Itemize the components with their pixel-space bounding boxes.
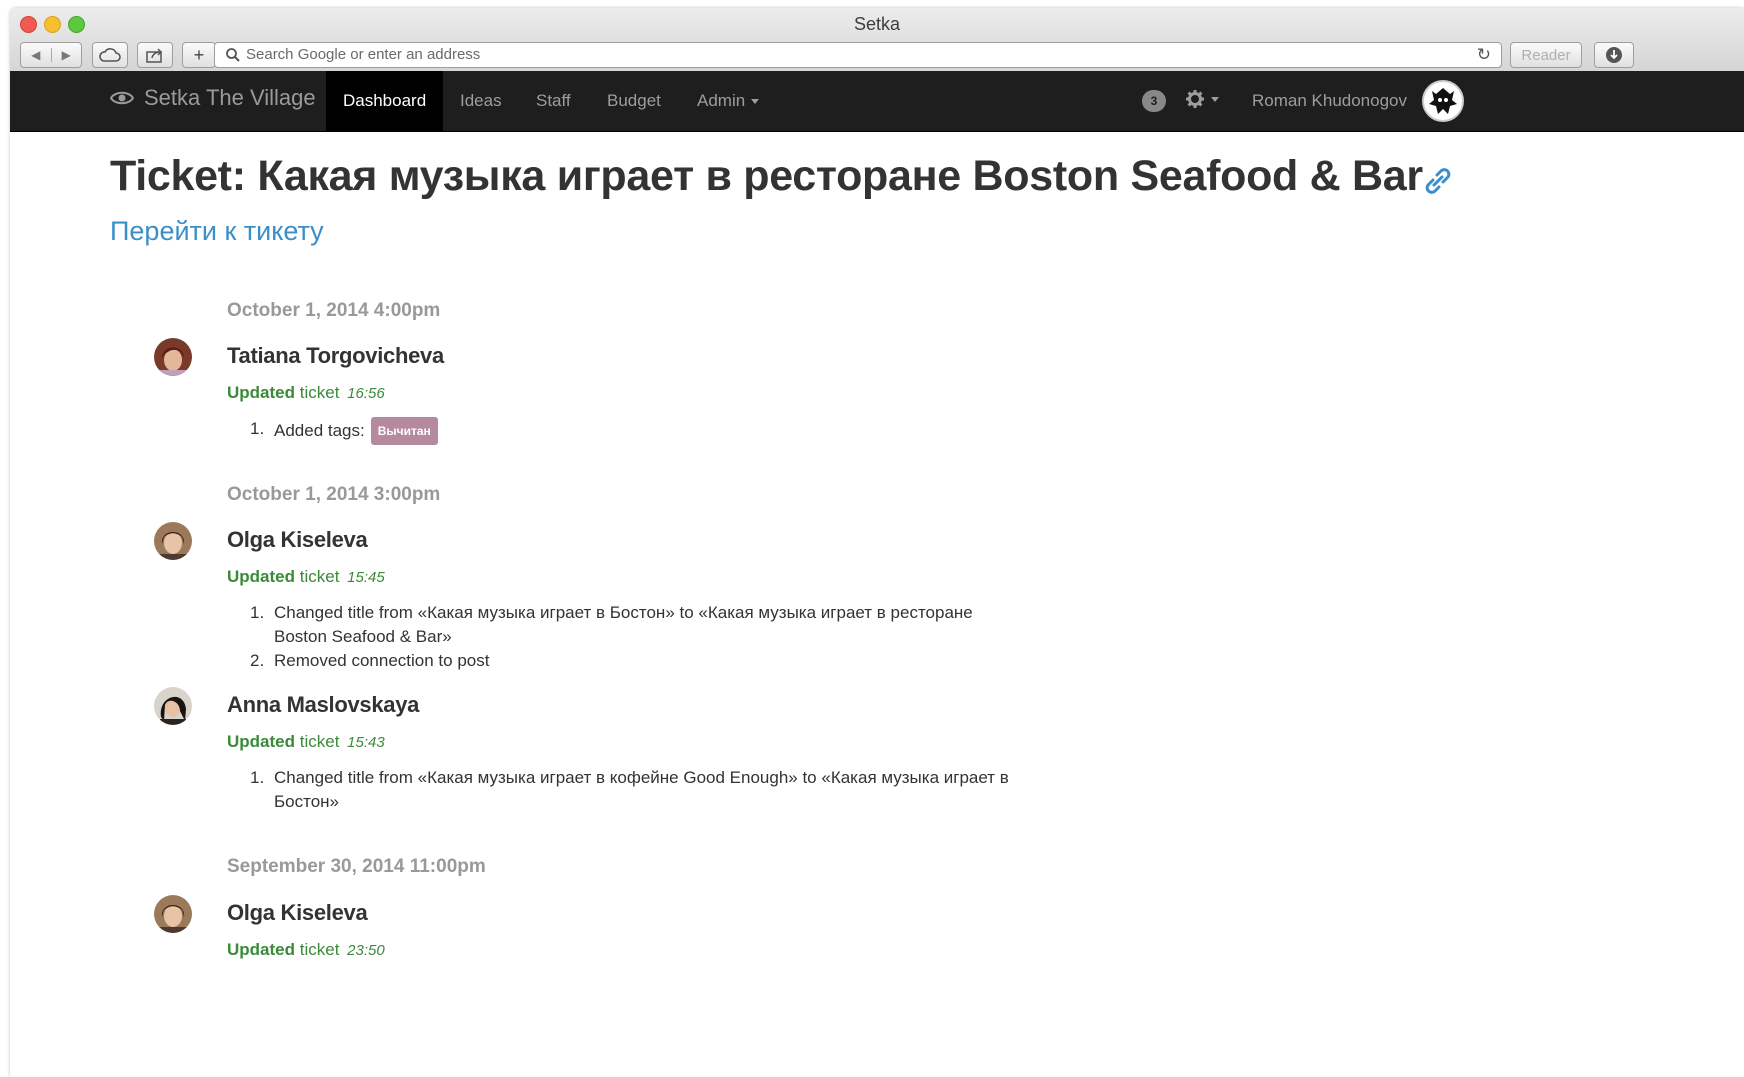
change-item: 2. Removed connection to post xyxy=(250,649,1010,673)
icloud-tabs-button[interactable] xyxy=(92,42,128,68)
back-icon[interactable]: ◀ xyxy=(21,48,51,62)
page-title: Ticket: Какая музыка играет в ресторане … xyxy=(110,152,1423,200)
change-item: 1. Added tags: Вычитан xyxy=(250,417,1010,445)
change-number: 1. xyxy=(250,768,265,787)
action-time: 23:50 xyxy=(347,942,385,959)
action-verb: Updated xyxy=(227,567,295,586)
main-content: Ticket: Какая музыка играет в ресторане … xyxy=(10,132,1744,1077)
back-forward-buttons[interactable]: ◀ ▶ xyxy=(20,42,82,68)
change-item: 1. Changed title from «Какая музыка игра… xyxy=(250,766,1010,814)
change-text: Changed title from «Какая музыка играет … xyxy=(274,603,973,646)
action-time: 15:45 xyxy=(347,569,385,586)
window-title: Setka xyxy=(853,14,901,34)
entry-author[interactable]: Anna Maslovskaya xyxy=(227,692,419,718)
action-object[interactable]: ticket xyxy=(300,567,340,586)
nav-ideas[interactable]: Ideas xyxy=(443,71,519,131)
settings-dropdown[interactable] xyxy=(1185,89,1219,109)
download-icon xyxy=(1606,47,1622,63)
downloads-button[interactable] xyxy=(1594,42,1634,68)
browser-titlebar: Setka ◀ ▶ + Search Google or enter an ad… xyxy=(10,8,1744,79)
nav-budget[interactable]: Budget xyxy=(590,71,678,131)
entry-author[interactable]: Tatiana Torgovicheva xyxy=(227,343,444,369)
browser-window: Setka ◀ ▶ + Search Google or enter an ad… xyxy=(10,8,1744,1077)
avatar-image xyxy=(154,895,192,933)
action-verb: Updated xyxy=(227,940,295,959)
action-object[interactable]: ticket xyxy=(300,383,340,402)
entry-author[interactable]: Olga Kiseleva xyxy=(227,527,368,553)
eye-icon xyxy=(110,91,134,105)
search-icon xyxy=(226,48,240,62)
brand-link[interactable]: Setka The Village xyxy=(110,85,316,111)
action-verb: Updated xyxy=(227,383,295,402)
brand-name: Setka The Village xyxy=(144,85,316,110)
forward-icon[interactable]: ▶ xyxy=(50,48,82,62)
avatar[interactable] xyxy=(154,338,192,376)
reader-button[interactable]: Reader xyxy=(1510,42,1582,68)
change-number: 1. xyxy=(250,603,265,622)
nav-admin-dropdown[interactable]: Admin xyxy=(680,71,776,131)
gear-icon xyxy=(1186,90,1204,108)
go-to-ticket-link[interactable]: Перейти к тикету xyxy=(110,216,324,247)
entry-author[interactable]: Olga Kiseleva xyxy=(227,900,368,926)
avatar-image xyxy=(154,338,192,376)
avatar[interactable] xyxy=(154,895,192,933)
tag-badge[interactable]: Вычитан xyxy=(370,417,438,445)
share-icon xyxy=(146,48,163,63)
change-text: Added tags: xyxy=(274,421,365,440)
entry-action: Updated ticket 15:45 xyxy=(227,567,385,587)
chevron-down-icon xyxy=(1211,96,1219,102)
nav-dashboard[interactable]: Dashboard xyxy=(326,71,444,131)
change-number: 2. xyxy=(250,651,265,670)
nav-staff[interactable]: Staff xyxy=(519,71,588,131)
change-text: Removed connection to post xyxy=(274,651,490,670)
timeline-date: October 1, 2014 3:00pm xyxy=(227,484,441,505)
change-text: Changed title from «Какая музыка играет … xyxy=(274,768,1009,811)
change-number: 1. xyxy=(250,419,265,438)
avatar[interactable] xyxy=(154,687,192,725)
avatar-image xyxy=(154,687,192,725)
timeline-date: October 1, 2014 4:00pm xyxy=(227,300,441,321)
new-tab-button[interactable]: + xyxy=(182,42,216,68)
avatar[interactable] xyxy=(154,522,192,560)
user-name[interactable]: Roman Khudonogov xyxy=(1252,71,1407,131)
address-bar[interactable]: Search Google or enter an address ↻ xyxy=(214,42,1502,68)
action-verb: Updated xyxy=(227,732,295,751)
entry-action: Updated ticket 15:43 xyxy=(227,732,385,752)
timeline-date: September 30, 2014 11:00pm xyxy=(227,856,486,877)
entry-action: Updated ticket 16:56 xyxy=(227,383,385,403)
action-object[interactable]: ticket xyxy=(300,940,340,959)
nav-admin-label: Admin xyxy=(697,91,746,110)
reload-icon[interactable]: ↻ xyxy=(1477,45,1491,65)
change-item: 1. Changed title from «Какая музыка игра… xyxy=(250,601,1010,649)
avatar-image xyxy=(1426,84,1460,118)
address-placeholder: Search Google or enter an address xyxy=(246,46,481,63)
action-time: 16:56 xyxy=(347,385,385,402)
notification-badge[interactable]: 3 xyxy=(1142,90,1166,112)
entry-action: Updated ticket 23:50 xyxy=(227,940,385,960)
link-icon[interactable] xyxy=(1424,166,1452,196)
chevron-down-icon xyxy=(751,99,760,105)
cloud-icon xyxy=(99,48,121,62)
app-navbar: Setka The Village Dashboard Ideas Staff … xyxy=(10,71,1744,132)
user-avatar[interactable] xyxy=(1422,80,1464,122)
avatar-image xyxy=(154,522,192,560)
share-button[interactable] xyxy=(137,42,173,68)
action-object[interactable]: ticket xyxy=(300,732,340,751)
action-time: 15:43 xyxy=(347,734,385,751)
